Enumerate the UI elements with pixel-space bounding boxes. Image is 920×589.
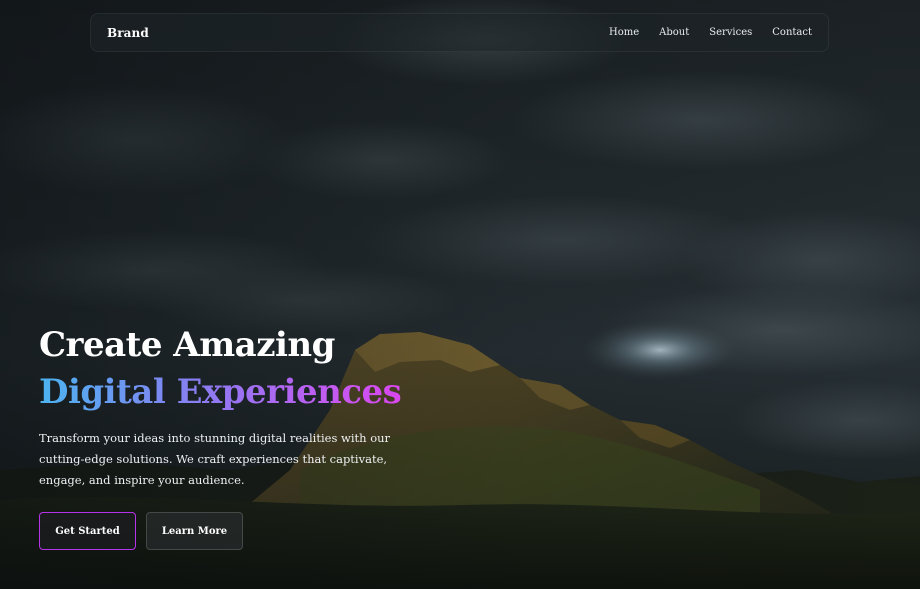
hero-actions: Get Started Learn More: [39, 512, 459, 550]
hero-title-line1: Create Amazing: [39, 325, 335, 365]
nav-links: Home About Services Contact: [609, 27, 812, 38]
hero-title-line2: Digital Experiences: [39, 369, 402, 416]
learn-more-button[interactable]: Learn More: [146, 512, 243, 550]
nav-link-about[interactable]: About: [659, 27, 689, 38]
hero-section: Create Amazing Digital Experiences Trans…: [39, 322, 459, 550]
nav-link-home[interactable]: Home: [609, 27, 639, 38]
nav-link-services[interactable]: Services: [709, 27, 752, 38]
navbar: Brand Home About Services Contact: [90, 13, 829, 52]
landing-page: Brand Home About Services Contact Create…: [0, 0, 920, 589]
hero-title: Create Amazing Digital Experiences: [39, 322, 459, 416]
get-started-button[interactable]: Get Started: [39, 512, 136, 550]
nav-link-contact[interactable]: Contact: [772, 27, 812, 38]
brand-logo[interactable]: Brand: [107, 26, 149, 40]
hero-description: Transform your ideas into stunning digit…: [39, 431, 391, 487]
